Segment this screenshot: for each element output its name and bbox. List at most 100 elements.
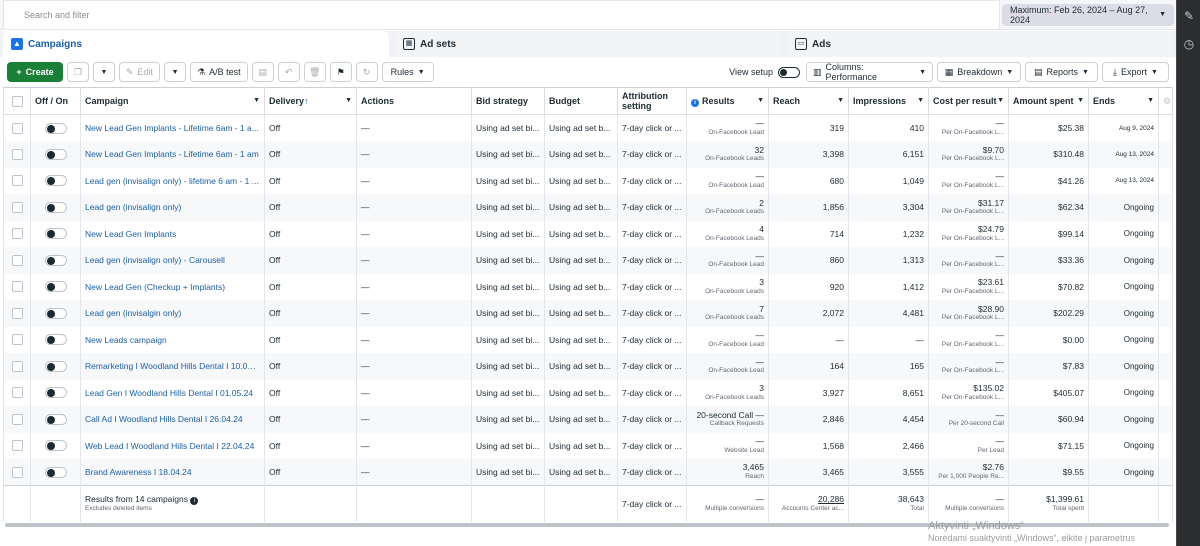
col-budget[interactable]: Budget — [544, 87, 618, 115]
create-button[interactable]: + Create — [7, 62, 63, 82]
campaign-on-off-toggle[interactable] — [44, 148, 67, 160]
col-ends[interactable]: Ends ▼ — [1088, 87, 1159, 115]
campaign-name-link[interactable]: Call Ad I Woodland Hills Dental I 26.04.… — [80, 406, 265, 433]
col-amount-spent[interactable]: Amount spent ▼ — [1008, 87, 1089, 115]
table-row[interactable]: Call Ad I Woodland Hills Dental I 26.04.… — [3, 406, 1173, 433]
campaign-name-link[interactable]: New Lead Gen Implants — [80, 220, 265, 247]
campaign-on-off-toggle[interactable] — [44, 387, 67, 399]
table-row[interactable]: New Leads campaign Off — Using ad set bi...… — [3, 326, 1173, 353]
tab-ads[interactable]: ▭ Ads — [787, 31, 1173, 57]
tab-ad-sets[interactable]: ▦ Ad sets — [395, 31, 781, 57]
campaign-on-off-toggle[interactable] — [44, 122, 67, 134]
col-delivery[interactable]: Delivery↑ ▼ — [264, 87, 357, 115]
campaign-name-link[interactable]: New Lead Gen Implants - Lifetime 6am - 1… — [80, 141, 265, 168]
campaign-name-link[interactable]: New Leads campaign — [80, 326, 265, 353]
table-row[interactable]: Lead gen (invisalgin only) Off — Using ad s… — [3, 300, 1173, 327]
columns-button[interactable]: ▥ Columns: Performance ▼ — [806, 62, 933, 82]
table-row[interactable]: Remarketing I Woodland Hills Dental I 10… — [3, 353, 1173, 380]
reports-button[interactable]: ▤ Reports ▼ — [1025, 62, 1098, 82]
table-row[interactable]: New Lead Gen Implants - Lifetime 6am - 1… — [3, 141, 1173, 168]
campaign-on-off-toggle[interactable] — [44, 228, 67, 240]
duplicate-dropdown-button[interactable]: ▼ — [93, 62, 115, 82]
row-checkbox[interactable] — [11, 440, 23, 452]
undo-button[interactable]: ↶ — [277, 62, 300, 82]
col-off-on[interactable]: Off / On — [30, 87, 81, 115]
row-checkbox[interactable] — [11, 122, 23, 134]
edit-dropdown-button[interactable]: ▼ — [164, 62, 187, 82]
row-checkbox[interactable] — [11, 360, 23, 372]
col-bid-strategy[interactable]: Bid strategy — [471, 87, 545, 115]
col-campaign[interactable]: Campaign ▼ — [80, 87, 265, 115]
col-reach[interactable]: Reach ▼ — [768, 87, 849, 115]
view-setup-toggle[interactable] — [778, 66, 800, 78]
table-row[interactable]: Lead gen (invisalign only) - lifetime 6 … — [3, 167, 1173, 194]
campaign-name-link[interactable]: Lead Gen I Woodland Hills Dental I 01.05… — [80, 379, 265, 406]
col-cost-per-result[interactable]: Cost per result ▼ — [928, 87, 1009, 115]
row-checkbox[interactable] — [11, 334, 23, 346]
campaign-on-off-toggle[interactable] — [44, 466, 67, 478]
row-checkbox[interactable] — [11, 175, 23, 187]
date-range-picker[interactable]: Maximum: Feb 26, 2024 – Aug 27, 2024 ▼ — [1002, 3, 1174, 26]
delete-button[interactable]: 🗑 — [303, 62, 326, 82]
campaign-name-link[interactable]: Lead gen (invisalign only) — [80, 194, 265, 221]
campaign-name-link[interactable]: Web Lead I Woodland Hills Dental I 22.04… — [80, 432, 265, 459]
col-actions[interactable]: Actions — [356, 87, 472, 115]
select-all-checkbox[interactable] — [11, 95, 23, 107]
export-button[interactable]: ⤓ Export ▼ — [1102, 62, 1169, 82]
campaign-name-link[interactable]: Brand Awareness I 18.04.24 — [80, 459, 265, 486]
campaign-on-off-toggle[interactable] — [44, 360, 67, 372]
campaign-name-link[interactable]: Lead gen (invisalgin only) — [80, 300, 265, 327]
row-checkbox[interactable] — [11, 228, 23, 240]
tab-campaigns[interactable]: ▲ Campaigns — [3, 31, 389, 57]
campaign-name-link[interactable]: New Lead Gen (Checkup + Implants) — [80, 273, 265, 300]
row-checkbox[interactable] — [11, 148, 23, 160]
campaign-on-off-toggle[interactable] — [44, 175, 67, 187]
table-row[interactable]: New Lead Gen Implants - Lifetime 6am - 1… — [3, 114, 1173, 141]
row-checkbox[interactable] — [11, 254, 23, 266]
table-row[interactable]: Lead Gen I Woodland Hills Dental I 01.05… — [3, 379, 1173, 406]
archive-button[interactable]: ▤ — [251, 62, 274, 82]
row-end-cell — [1158, 459, 1173, 486]
campaign-on-off-toggle[interactable] — [44, 413, 67, 425]
row-checkbox[interactable] — [11, 466, 23, 478]
table-row[interactable]: New Lead Gen (Checkup + Implants) Off — Usi… — [3, 273, 1173, 300]
campaign-on-off-toggle[interactable] — [44, 307, 67, 319]
col-reach-label: Reach — [773, 96, 801, 106]
col-impressions[interactable]: Impressions ▼ — [848, 87, 929, 115]
campaign-on-off-toggle[interactable] — [44, 281, 67, 293]
table-row[interactable]: Lead gen (invisalign only) Off — Using ad s… — [3, 194, 1173, 221]
pencil-icon[interactable]: ✎ — [1177, 4, 1200, 28]
col-results[interactable]: i Results ▼ — [686, 87, 769, 115]
ab-test-button[interactable]: ⚗ A/B test — [190, 62, 248, 82]
campaign-name-link[interactable]: Lead gen (invisalign only) - lifetime 6 … — [80, 167, 265, 194]
table-row[interactable]: Web Lead I Woodland Hills Dental I 22.04… — [3, 432, 1173, 459]
col-attribution[interactable]: Attribution setting — [617, 87, 687, 115]
foot-reach-value[interactable]: 20,286 — [773, 494, 844, 505]
campaign-name-link[interactable]: New Lead Gen Implants - Lifetime 6am - 1… — [80, 114, 265, 141]
rules-button[interactable]: Rules ▼ — [381, 62, 434, 82]
campaign-on-off-toggle[interactable] — [44, 440, 67, 452]
campaign-name-link[interactable]: Lead gen (invisalign only) - Carousell — [80, 247, 265, 274]
row-checkbox[interactable] — [11, 387, 23, 399]
refresh-button[interactable]: ↻ — [355, 62, 378, 82]
row-checkbox[interactable] — [11, 413, 23, 425]
campaign-on-off-toggle[interactable] — [44, 334, 67, 346]
search-input[interactable]: Search and filter — [3, 0, 1000, 30]
campaign-name-link[interactable]: Remarketing I Woodland Hills Dental I 10… — [80, 353, 265, 380]
tag-button[interactable]: ⚑ — [329, 62, 352, 82]
table-row[interactable]: Brand Awareness I 18.04.24 Off — Using ad s… — [3, 459, 1173, 486]
row-checkbox[interactable] — [11, 307, 23, 319]
row-checkbox[interactable] — [11, 201, 23, 213]
campaign-on-off-toggle[interactable] — [44, 254, 67, 266]
ends-cell: Ongoing — [1088, 353, 1159, 380]
breakdown-button[interactable]: ▦ Breakdown ▼ — [937, 62, 1021, 82]
table-row[interactable]: New Lead Gen Implants Off — Using ad set bi… — [3, 220, 1173, 247]
clock-icon[interactable]: ◷ — [1177, 32, 1200, 56]
campaign-on-off-toggle[interactable] — [44, 201, 67, 213]
column-settings-icon[interactable]: ⚙ — [1158, 87, 1173, 115]
duplicate-button[interactable]: ❐ — [67, 62, 89, 82]
table-row[interactable]: Lead gen (invisalign only) - Carousell Of… — [3, 247, 1173, 274]
row-end-cell — [1158, 247, 1173, 274]
row-checkbox[interactable] — [11, 281, 23, 293]
edit-button[interactable]: ✎ Edit — [119, 62, 161, 82]
